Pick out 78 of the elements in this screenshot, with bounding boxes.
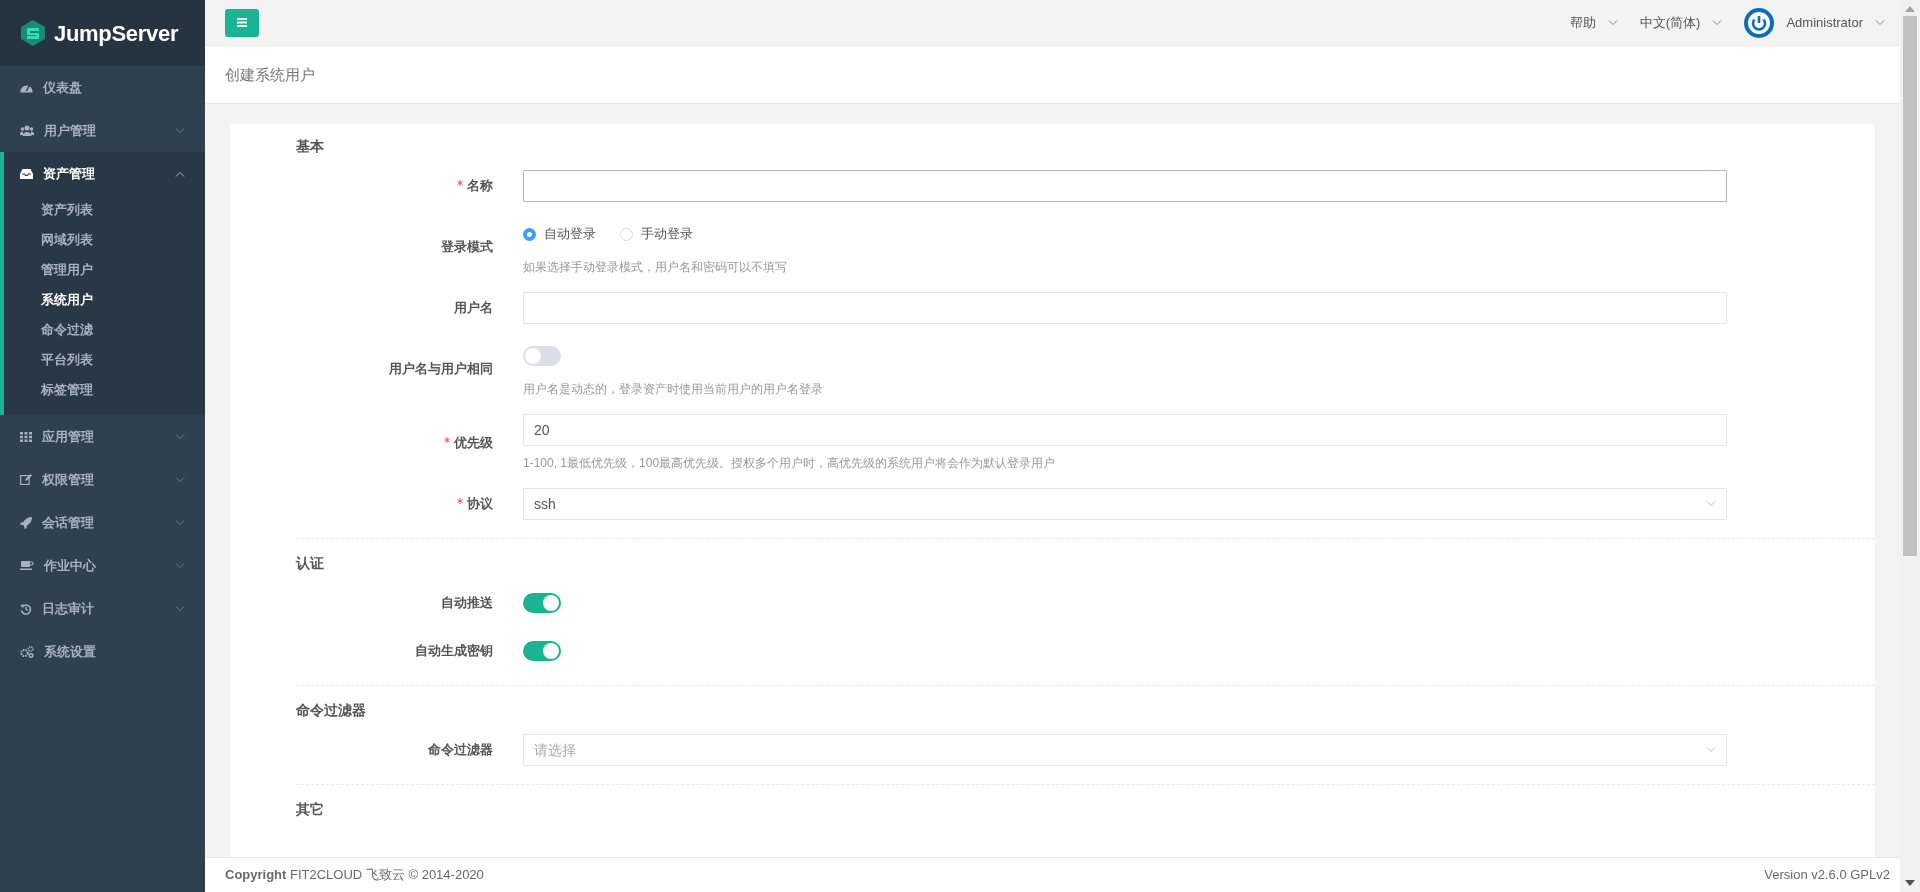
toggle-switch[interactable] — [523, 346, 561, 366]
sidebar-subitem[interactable]: 资产列表 — [4, 195, 205, 225]
caret-icon — [1875, 19, 1885, 26]
sidebar-subitem[interactable]: 网域列表 — [4, 225, 205, 255]
history-icon — [20, 602, 32, 615]
section-title: 认证 — [296, 554, 325, 573]
chevron-icon — [175, 433, 185, 440]
users-icon — [20, 125, 34, 136]
grid-icon — [20, 431, 32, 442]
avatar-icon — [1744, 7, 1775, 38]
section-title: 其它 — [296, 800, 325, 819]
toggle-switch[interactable] — [523, 593, 561, 613]
select-field[interactable]: ssh — [523, 488, 1727, 520]
sidebar-subitem[interactable]: 系统用户 — [4, 285, 205, 315]
required-icon — [444, 437, 450, 443]
help-text: 如果选择手动登录模式，用户名和密码可以不填写 — [523, 259, 788, 276]
field-label: 自动推送 — [441, 594, 493, 612]
sidebar-item[interactable]: 仪表盘 — [0, 66, 205, 109]
dropdown-menu-link[interactable]: 帮助 — [1569, 12, 1618, 33]
scroll-up-icon[interactable] — [1905, 6, 1915, 12]
sidebar-subitem[interactable]: 标签管理 — [4, 375, 205, 405]
edit-icon — [20, 474, 32, 485]
sidebar-subitem[interactable]: 平台列表 — [4, 345, 205, 375]
chevron-icon — [175, 127, 185, 134]
caret-icon — [1712, 19, 1723, 26]
chevron-icon — [1706, 501, 1716, 507]
sidebar-item[interactable]: 权限管理 — [0, 458, 205, 501]
logo-icon — [20, 19, 46, 47]
chevron-icon — [1706, 747, 1716, 753]
help-text: 用户名是动态的，登录资产时使用当前用户的用户名登录 — [523, 381, 824, 398]
menu-button[interactable] — [225, 8, 259, 37]
field-label: 用户名 — [454, 299, 493, 317]
sidebar-subitem[interactable]: 管理用户 — [4, 255, 205, 285]
chevron-icon — [175, 170, 185, 177]
sidebar-item[interactable]: 资产管理 — [4, 152, 205, 195]
scrollbar-thumb[interactable] — [1903, 16, 1917, 556]
copyright-text: Copyright FIT2CLOUD 飞致云 © 2014-2020 — [225, 866, 484, 885]
chevron-icon — [175, 562, 185, 569]
field-label: 自动生成密钥 — [415, 642, 493, 660]
radio-button[interactable] — [523, 227, 536, 241]
required-icon — [457, 180, 463, 186]
user-menu[interactable]: Administrator — [1744, 7, 1885, 38]
page-title: 创建系统用户 — [225, 65, 315, 84]
sidebar-item[interactable]: 日志审计 — [0, 587, 205, 630]
menu-icon — [237, 18, 247, 27]
sidebar-item[interactable]: 作业中心 — [0, 544, 205, 587]
sidebar-item[interactable]: 会话管理 — [0, 501, 205, 544]
sidebar-item[interactable]: 应用管理 — [0, 415, 205, 458]
radio-option[interactable]: 手动登录 — [620, 224, 693, 244]
field-label: 协议 — [467, 495, 493, 513]
rocket-icon — [20, 516, 32, 529]
field-label: 登录模式 — [441, 238, 493, 256]
input-field[interactable] — [523, 170, 1727, 202]
section-title: 基本 — [296, 137, 325, 156]
sidebar-item[interactable]: 用户管理 — [0, 109, 205, 152]
version-text: Version v2.6.0 GPLv2 — [1764, 866, 1890, 885]
sidebar-item[interactable]: 系统设置 — [0, 630, 205, 673]
sidebar-subitem[interactable]: 命令过滤 — [4, 315, 205, 345]
chevron-icon — [175, 605, 185, 612]
chevron-icon — [175, 519, 185, 526]
logo-text: JumpServer — [54, 19, 179, 48]
toggle-switch[interactable] — [523, 641, 561, 661]
field-label: 名称 — [467, 177, 493, 195]
input-field[interactable]: 20 — [523, 414, 1727, 446]
caret-icon — [1607, 19, 1618, 26]
field-label: 用户名与用户相同 — [389, 360, 493, 378]
dropdown-menu-link[interactable]: 中文(简体) — [1639, 12, 1723, 33]
inbox-icon — [20, 168, 33, 179]
scroll-down-icon[interactable] — [1905, 880, 1915, 886]
help-text: 1-100, 1最低优先级，100最高优先级。授权多个用户时，高优先级的系统用户将会作为默认登录用户 — [523, 455, 1057, 472]
chevron-icon — [175, 476, 185, 483]
section-title: 命令过滤器 — [296, 701, 367, 720]
gears-icon — [20, 645, 34, 658]
required-icon — [457, 498, 463, 504]
field-label: 优先级 — [454, 434, 493, 452]
field-label: 命令过滤器 — [428, 741, 493, 759]
radio-option[interactable]: 自动登录 — [523, 224, 596, 244]
cup-icon — [20, 560, 34, 571]
